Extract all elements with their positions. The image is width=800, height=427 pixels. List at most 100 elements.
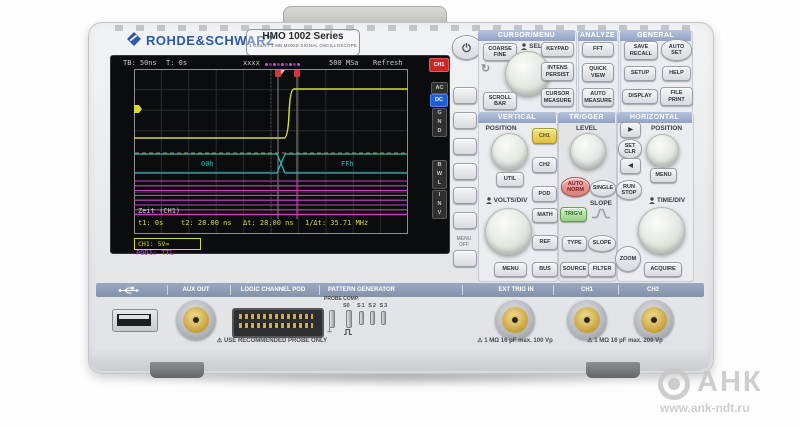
vertical-position-knob[interactable] bbox=[491, 133, 528, 170]
logic-pod-connector bbox=[232, 308, 324, 338]
power-button[interactable] bbox=[452, 35, 481, 60]
side-tab-ac: AC bbox=[431, 82, 448, 94]
cursor-measure-title: Zeit (CH1) bbox=[138, 207, 180, 215]
band-divider bbox=[230, 285, 231, 295]
bus-value-high: FFh bbox=[341, 160, 354, 168]
s3-pin bbox=[381, 311, 386, 325]
side-tab-dc: DC bbox=[430, 94, 448, 107]
s2-pin bbox=[370, 311, 375, 325]
aux-out-bnc bbox=[176, 300, 216, 340]
section-trigger-header: TRIGGER bbox=[558, 112, 615, 123]
vertical-position-label: POSITION bbox=[480, 124, 522, 132]
horizontal-menu-button[interactable]: MENU bbox=[650, 168, 677, 183]
ch1-button[interactable]: CH1 bbox=[532, 128, 557, 144]
aux-out-label: AUX OUT bbox=[166, 283, 226, 297]
cursor-t2: t2: 28.00 ns bbox=[181, 219, 232, 227]
band-divider bbox=[462, 285, 463, 295]
s123-label: S1 S2 S3 bbox=[357, 303, 388, 309]
probe-comp-signal-pin bbox=[346, 310, 352, 328]
quick-view-button[interactable]: QUICK VIEW bbox=[582, 63, 614, 82]
ext-trig-bnc bbox=[495, 300, 535, 340]
watermark-url: www.ank-ndt.ru bbox=[660, 401, 750, 415]
slope-glyph-icon bbox=[591, 208, 611, 219]
usb-tongue bbox=[119, 315, 149, 319]
ch1-bnc bbox=[567, 300, 607, 340]
side-tab-bwl: B W L bbox=[432, 160, 447, 189]
time-div-label-text: TIME/DIV bbox=[657, 197, 685, 204]
bus-button[interactable]: BUS bbox=[532, 262, 558, 277]
band-divider bbox=[553, 285, 554, 295]
status-trigger-time: T: 0s bbox=[166, 59, 187, 67]
side-tab-channel: CH1 bbox=[429, 58, 449, 72]
watermark-logo bbox=[658, 368, 690, 400]
fft-button[interactable]: FFT bbox=[582, 42, 614, 57]
cursor-next-button[interactable]: ▶ bbox=[620, 122, 641, 138]
ch2-button[interactable]: CH2 bbox=[532, 157, 557, 173]
horizontal-position-label: POSITION bbox=[644, 124, 689, 132]
person-icon bbox=[521, 43, 527, 50]
trigger-level-knob[interactable] bbox=[570, 133, 606, 169]
bus-value-low: 00h bbox=[201, 160, 214, 168]
menu-off-label: MENU OFF bbox=[449, 236, 479, 248]
math-button[interactable]: MATH bbox=[532, 208, 558, 223]
softkey-3[interactable] bbox=[453, 138, 477, 155]
band-divider bbox=[618, 285, 619, 295]
band-divider bbox=[319, 285, 320, 295]
status-acquisition-mode: Refresh bbox=[373, 59, 403, 67]
trigd-indicator: TRIG'd bbox=[560, 207, 587, 222]
trigger-slope-button[interactable]: SLOPE bbox=[588, 235, 616, 252]
band-divider bbox=[167, 285, 168, 295]
ext-trig-warning: ⚠ 1 MΩ 16 pF max. 100 Vp bbox=[462, 337, 568, 344]
setup-button[interactable]: SETUP bbox=[624, 66, 656, 81]
pod-button[interactable]: POD bbox=[532, 186, 557, 202]
time-div-knob[interactable] bbox=[638, 207, 685, 254]
horizontal-position-knob[interactable] bbox=[646, 134, 679, 167]
pod-pin-row bbox=[239, 314, 313, 319]
lcd-screen: TB: 50ns T: 0s xxxx 500 MSa Refresh bbox=[110, 55, 450, 254]
softkey-4[interactable] bbox=[453, 163, 477, 180]
keypad-button[interactable]: KEYPAD bbox=[541, 42, 574, 57]
file-print-button[interactable]: FILE PRINT bbox=[660, 87, 693, 106]
acquire-button[interactable]: ACQUIRE bbox=[644, 262, 682, 277]
intens-persist-button[interactable]: INTENS PERSIST bbox=[541, 62, 574, 81]
help-button[interactable]: HELP bbox=[662, 66, 691, 81]
trigger-source-button[interactable]: SOURCE bbox=[560, 262, 589, 277]
ch2-connector-label: CH2 bbox=[624, 283, 682, 297]
s1-pin bbox=[359, 311, 364, 325]
zoom-button[interactable]: ZOOM bbox=[615, 246, 641, 272]
auto-measure-button[interactable]: AUTO MEASURE bbox=[582, 88, 614, 107]
run-stop-button[interactable]: RUN STOP bbox=[616, 180, 642, 200]
trigger-filter-button[interactable]: FILTER bbox=[588, 262, 616, 277]
model-name: HMO 1002 Series bbox=[247, 30, 359, 43]
softkey-menu-off[interactable] bbox=[453, 250, 477, 267]
logic-pod-label: LOGIC CHANNEL POD bbox=[232, 283, 314, 297]
auto-norm-button[interactable]: AUTO NORM bbox=[561, 177, 590, 197]
set-clr-button[interactable]: SET CLR bbox=[618, 139, 642, 159]
autoset-button[interactable]: AUTO SET bbox=[661, 39, 692, 61]
ground-symbol: ⊥ bbox=[327, 327, 332, 334]
save-recall-button[interactable]: SAVE RECALL bbox=[624, 41, 658, 60]
trigger-type-button[interactable]: TYPE bbox=[562, 236, 587, 251]
softkey-5[interactable] bbox=[453, 187, 477, 204]
util-button[interactable]: UTIL bbox=[496, 172, 524, 187]
ref-button[interactable]: REF bbox=[532, 235, 558, 250]
cursor-measure-button[interactable]: CURSOR MEASURE bbox=[541, 88, 574, 107]
model-box: HMO 1002 Series 1 GSa/s / 1 MB MIXED SIG… bbox=[246, 29, 360, 56]
single-button[interactable]: SINGLE bbox=[590, 180, 616, 197]
probe-comp-label: PROBE COMP. bbox=[324, 296, 359, 302]
softkey-6[interactable] bbox=[453, 212, 477, 229]
square-wave-icon bbox=[343, 328, 353, 336]
volts-div-knob[interactable] bbox=[485, 208, 532, 255]
section-analyze-header: ANALYZE bbox=[578, 30, 617, 41]
usb-port bbox=[112, 309, 158, 332]
model-subtitle: 1 GSa/s / 1 MB MIXED SIGNAL OSCILLOSCOPE bbox=[247, 43, 359, 48]
ch2-bnc bbox=[634, 300, 674, 340]
right-foot bbox=[586, 362, 640, 378]
person-icon bbox=[649, 197, 655, 204]
scroll-bar-button[interactable]: SCROLL BAR bbox=[483, 92, 517, 110]
display-button[interactable]: DISPLAY bbox=[622, 89, 658, 104]
softkey-1[interactable] bbox=[453, 87, 477, 104]
softkey-2[interactable] bbox=[453, 112, 477, 129]
cursor-prev-button[interactable]: ◀ bbox=[620, 158, 641, 174]
vertical-menu-button[interactable]: MENU bbox=[494, 262, 527, 277]
